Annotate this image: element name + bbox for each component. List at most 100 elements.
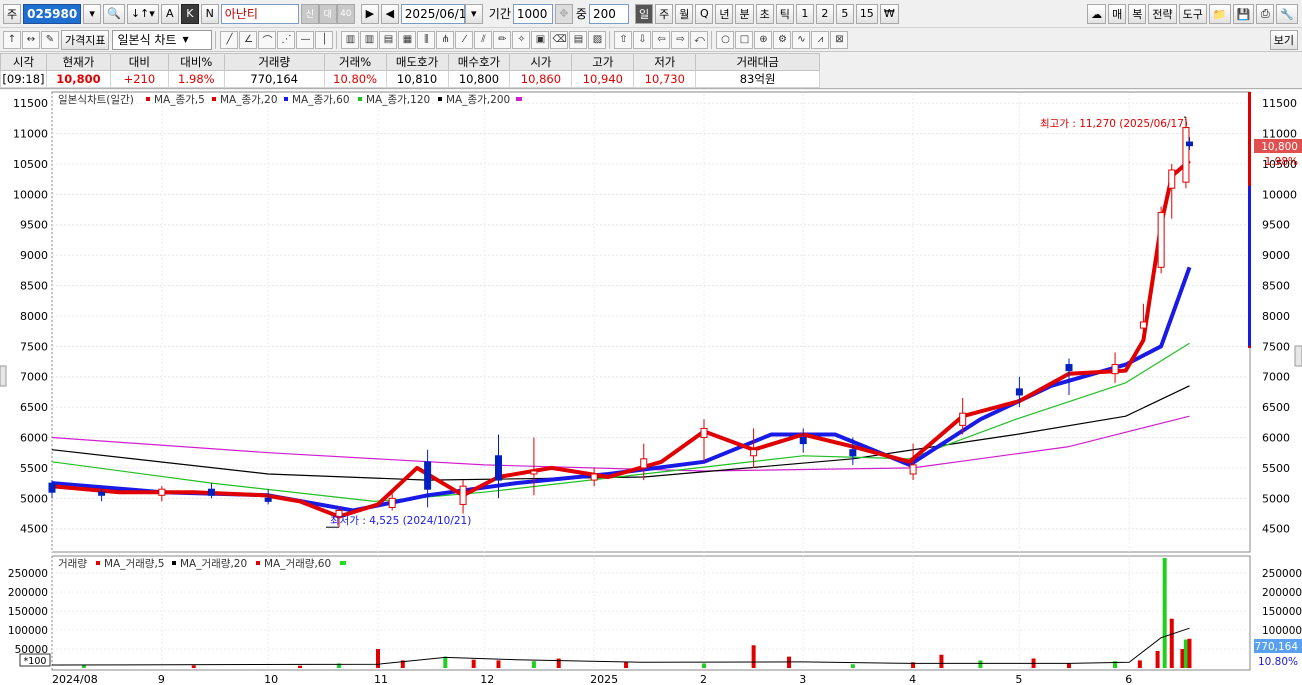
chart-svg[interactable]: 4500 4500 5000 5000 5500 5500 6000 6000 6500 6500… [0,90,1302,685]
interval-tick[interactable]: 틱 [775,3,794,24]
image-icon[interactable]: ▨ [588,30,607,49]
volume-legend-title: 거래량 [58,558,87,570]
wrench-icon[interactable]: 🔧 [1276,4,1298,24]
count-label: 중 [575,7,587,21]
grid2-icon[interactable]: ▥ [360,30,379,49]
interval-1[interactable]: 1 [795,3,814,24]
price-tick-left: 7500 [20,340,48,353]
move-right-icon[interactable]: ⇨ [671,30,690,49]
volume-pct-badge: 10.80% [1258,656,1298,668]
play-icon[interactable]: ▶ [360,3,379,24]
interval-won[interactable]: ₩ [879,3,899,24]
price-tick-right: 11000 [1262,128,1297,141]
channel-icon[interactable]: ⫽ [474,30,493,49]
volume-tick-left: 100000 [8,625,48,637]
tools-button[interactable]: 도구 [1178,4,1207,24]
calendar-dropdown-icon[interactable]: ▾ [464,3,483,24]
interval-2[interactable]: 2 [815,3,834,24]
edit-icon[interactable]: ✎ [41,30,59,49]
price-tick-right: 9500 [1262,219,1290,232]
volume-bar [1162,558,1167,668]
interval-15[interactable]: 15 [855,3,878,24]
cross-box-icon[interactable]: ⊠ [830,30,849,49]
hline-icon[interactable]: — [296,30,315,49]
grid3-icon[interactable]: ▤ [379,30,398,49]
right-collapse-tab[interactable] [1294,345,1302,367]
expand-icon[interactable]: ↔ [22,30,40,49]
candle-body [1139,321,1147,329]
folder-icon[interactable]: 📁 [1208,4,1231,24]
a-button[interactable]: A [160,3,179,24]
interval-5[interactable]: 5 [835,3,854,24]
strategy-button[interactable]: 전략 [1148,4,1177,24]
back-icon[interactable]: ◀ [380,3,399,24]
pen-icon[interactable]: ✏ [493,30,512,49]
n-button[interactable]: N [200,3,219,24]
undo-icon[interactable]: ⤺ [690,30,709,49]
price-tick-left: 6500 [20,401,48,414]
indicator-button[interactable]: 가격지표 [61,29,110,50]
stock-code-input[interactable]: 025980 [23,3,82,24]
side-collapse-tab[interactable] [0,365,7,387]
date-input[interactable]: 2025/06/18 [400,3,474,24]
trendline-icon[interactable]: ╱ [220,30,239,49]
candle-body [590,473,598,481]
app-window: 주 025980 ▾ 🔍 ↓↑▾ A K N 아난티 신 대 40 ▶ ◀ 20… [0,0,1302,685]
quote-header: 거래% [323,53,387,71]
arrow-up-icon[interactable]: ↑ [3,30,21,49]
wave-icon[interactable]: ∿ [792,30,811,49]
view-button[interactable]: 보기 [1269,29,1298,50]
pitchfork-icon[interactable]: ⋔ [436,30,455,49]
count-input[interactable]: 200 [588,3,629,24]
candle-body [388,497,396,508]
zigzag-icon[interactable]: ⩘ [811,30,830,49]
period-input[interactable]: 1000 [512,3,553,24]
stock-name-field[interactable]: 아난티 [220,3,299,24]
interval-quarter[interactable]: Q [695,3,714,24]
chart-type-select[interactable]: 일본식 차트 ▼ [112,29,213,50]
search-icon[interactable]: 🔍 [103,3,125,24]
eraser-icon[interactable]: ⌫ [550,30,569,49]
interval-daily[interactable]: 일 [634,3,654,24]
legend-item-ma120: MA_종가,120 [366,94,430,106]
cloud-icon[interactable]: ☁ [1087,4,1107,24]
volume-tick-right: 200000 [1262,587,1302,599]
grid1-icon[interactable]: ▥ [341,30,360,49]
divider [336,30,338,49]
price-tick-right: 8500 [1262,280,1290,293]
vline-icon[interactable]: │ [315,30,334,49]
sort-icon[interactable]: ↓↑▾ [126,3,159,24]
print-icon[interactable]: ⎙ [1256,4,1275,24]
slash-icon[interactable]: ⁄ [455,30,474,49]
grid4-icon[interactable]: ▦ [398,30,417,49]
magic-icon[interactable]: ✧ [512,30,531,49]
palette-icon[interactable]: ▣ [531,30,550,49]
square-icon[interactable]: □ [735,30,754,49]
market-prefix-button[interactable]: 주 [3,3,22,24]
zoom-icon[interactable]: ⊕ [754,30,773,49]
bars-icon[interactable]: ⫼ [417,30,436,49]
interval-minute[interactable]: 분 [735,3,754,24]
settings-icon[interactable]: ⚙ [773,30,792,49]
fan-icon[interactable]: ⋰ [277,30,296,49]
move-down-icon[interactable]: ⇩ [633,30,652,49]
interval-monthly[interactable]: 월 [675,3,694,24]
interval-weekly[interactable]: 주 [655,3,674,24]
circle-icon[interactable]: ○ [716,30,735,49]
note-icon[interactable]: ▤ [569,30,588,49]
arc-icon[interactable]: ⌒ [258,30,277,49]
chart-area[interactable]: 4500 4500 5000 5000 5500 5500 6000 6000 6500 6500… [0,90,1302,685]
price-scroll-blue[interactable] [1248,186,1251,346]
compound-button[interactable]: 복 [1128,4,1147,24]
interval-second[interactable]: 초 [755,3,774,24]
k-button[interactable]: K [180,3,199,24]
interval-year[interactable]: 년 [715,3,734,24]
volume-tick-left: 150000 [8,606,48,618]
crosshair-icon[interactable]: ✥ [554,3,573,24]
move-left-icon[interactable]: ⇦ [652,30,671,49]
buy-sell-button[interactable]: 매 [1108,4,1127,24]
move-up-icon[interactable]: ⇧ [614,30,633,49]
save-icon[interactable]: 💾 [1232,4,1255,24]
code-dropdown-icon[interactable]: ▾ [83,3,102,24]
angle-icon[interactable]: ∠ [239,30,258,49]
